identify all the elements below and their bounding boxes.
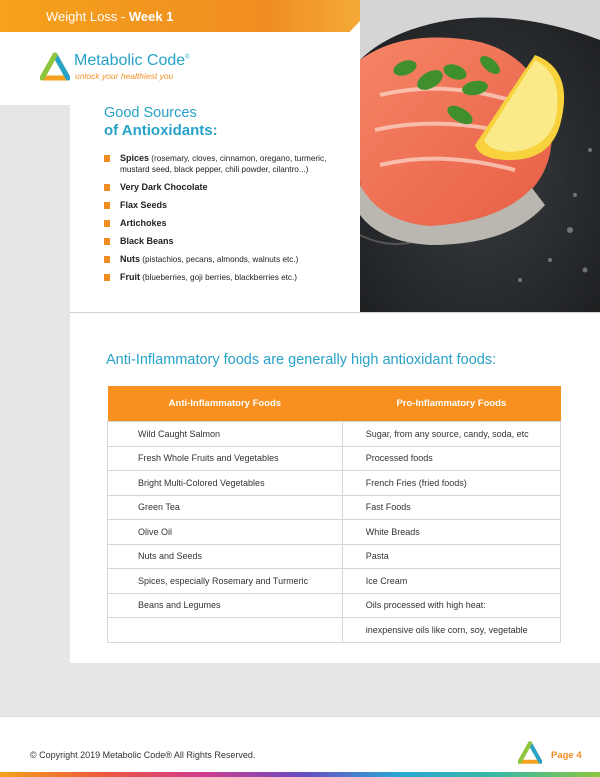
table-row: Olive Oil White Breads [107,519,562,545]
pro-cell: Pasta [341,543,562,569]
pro-cell: Oils processed with high heat: [341,592,562,618]
table-row: Beans and Legumes Oils processed with hig… [107,592,562,618]
pro-cell: French Fries (fried foods) [341,470,562,496]
table-row: Fresh Whole Fruits and Vegetables Process… [107,445,562,471]
table-row: Nuts and Seeds Pasta [107,543,562,569]
table-row: Bright Multi-Colored Vegetables French Fr… [107,470,562,496]
salmon-photo [360,0,600,312]
title-line-2: of Antioxidants: [104,122,218,139]
page-number: Page 4 [551,750,582,761]
section-heading: Anti-Inflammatory foods are generally hi… [106,352,497,368]
bullet-icon [104,238,110,245]
rainbow-stripe [0,772,600,777]
bullet-icon [104,256,110,263]
list-item: Black Beans [104,236,354,247]
table-row: Wild Caught Salmon Sugar, from any source… [107,421,562,447]
footer [0,717,600,777]
list-item: Spices (rosemary, cloves, cinnamon, oreg… [104,153,354,175]
anti-cell: Nuts and Seeds [107,543,343,569]
anti-cell: Spices, especially Rosemary and Turmeric [107,568,343,594]
list-item: Very Dark Chocolate [104,182,354,193]
antioxidants-title: Good Sources of Antioxidants: [104,104,218,140]
anti-cell: Green Tea [107,494,343,520]
bullet-icon [104,274,110,281]
header-pro-inflammatory: Pro-Inflammatory Foods [342,386,561,422]
food-comparison-table: Anti-Inflammatory Foods Pro-Inflammatory… [107,386,562,643]
table-header-row: Anti-Inflammatory Foods Pro-Inflammatory… [107,386,561,422]
anti-cell: Wild Caught Salmon [107,421,343,447]
pro-cell: inexpensive oils like corn, soy, vegetab… [341,617,562,643]
bullet-icon [104,202,110,209]
program-label: Weight Loss - [46,9,129,24]
table-row: Green Tea Fast Foods [107,494,562,520]
salmon-lemon-photo-icon [360,0,600,312]
logo-name: Metabolic Code® [74,52,190,69]
list-item: Artichokes [104,218,354,229]
anti-cell: Fresh Whole Fruits and Vegetables [107,445,343,471]
footer-logo-icon [518,741,542,764]
title-line-1: Good Sources [104,105,197,121]
bullet-icon [104,220,110,227]
antioxidant-list: Spices (rosemary, cloves, cinnamon, oreg… [104,153,354,290]
pro-cell: Ice Cream [341,568,562,594]
bullet-icon [104,155,110,162]
table-row: inexpensive oils like corn, soy, vegetab… [107,617,562,643]
pro-cell: Processed foods [341,445,562,471]
pro-cell: Fast Foods [341,494,562,520]
list-item: Nuts (pistachios, pecans, almonds, walnu… [104,254,354,265]
copyright-text: © Copyright 2019 Metabolic Code® All Rig… [30,750,256,760]
pro-cell: White Breads [341,519,562,545]
anti-cell: Bright Multi-Colored Vegetables [107,470,343,496]
header-anti-inflammatory: Anti-Inflammatory Foods [107,386,343,422]
metabolic-code-logo: Metabolic Code® unlock your healthiest y… [40,52,190,86]
bullet-icon [104,184,110,191]
anti-cell [107,617,343,643]
week-label: Week 1 [128,9,174,24]
table-row: Spices, especially Rosemary and Turmeric… [107,568,562,594]
logo-tagline: unlock your healthiest you [75,71,174,81]
anti-cell: Olive Oil [107,519,343,545]
anti-cell: Beans and Legumes [107,592,343,618]
pro-cell: Sugar, from any source, candy, soda, etc [341,421,562,447]
list-item: Fruit (blueberries, goji berries, blackb… [104,272,354,283]
page-header: Weight Loss - Week 1 [46,9,173,24]
logo-triangle-icon [40,52,70,81]
list-item: Flax Seeds [104,200,354,211]
